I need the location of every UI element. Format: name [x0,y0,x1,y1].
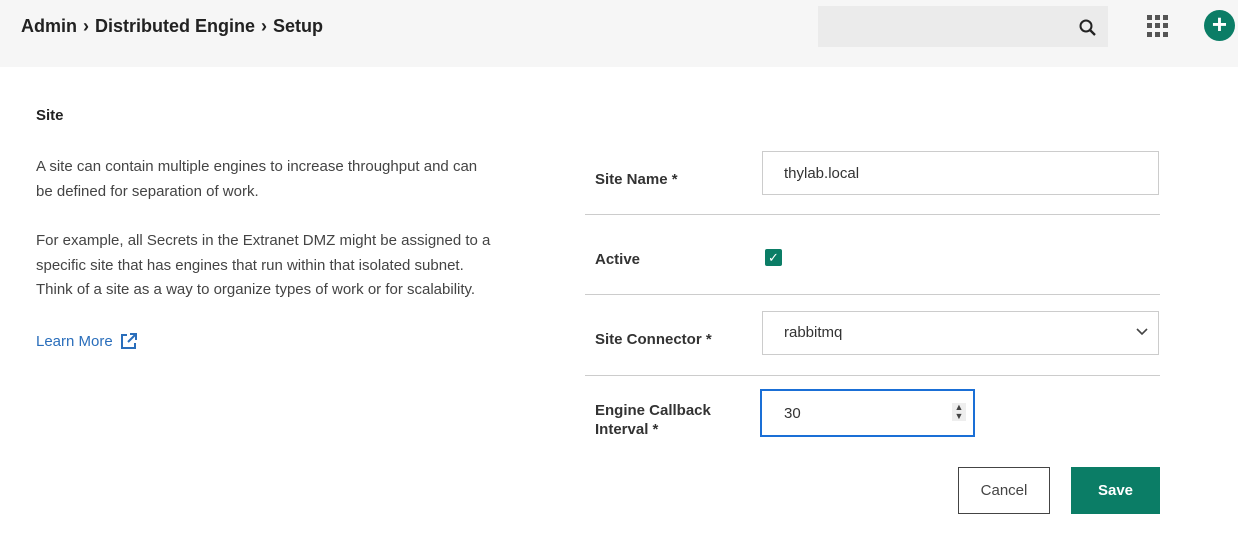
breadcrumb-separator: › [261,16,268,36]
active-label: Active [595,251,641,268]
example-paragraph: For example, all Secrets in the Extranet… [36,232,491,298]
save-button[interactable]: Save [1071,467,1160,514]
search-icon[interactable] [1078,18,1098,38]
breadcrumb: Admin › Distributed Engine › Setup [21,16,323,37]
description-paragraph: A site can contain multiple engines to i… [36,158,478,200]
active-checkbox[interactable]: ✓ [765,249,782,266]
site-name-label: Site Name * [595,171,678,188]
add-icon[interactable]: + [1204,10,1235,41]
engine-callback-interval-input[interactable] [760,389,975,437]
search-input[interactable] [818,6,1108,47]
cancel-button[interactable]: Cancel [958,467,1050,514]
breadcrumb-separator: › [83,16,89,36]
chevron-down-icon [1136,328,1148,336]
breadcrumb-setup: Setup [273,16,324,36]
breadcrumb-admin[interactable]: Admin [21,16,77,36]
engine-callback-interval-label: Engine Callback Interval * [595,402,711,438]
apps-grid-icon[interactable] [1147,15,1169,37]
divider [585,294,1160,295]
divider [585,214,1160,215]
divider [585,375,1160,376]
top-header: Admin › Distributed Engine › Setup + [0,0,1238,67]
site-connector-select[interactable]: rabbitmq [762,311,1159,355]
external-link-icon [120,333,137,349]
section-title: Site [36,107,64,124]
learn-more-link[interactable]: Learn More [36,333,137,350]
number-spinner[interactable]: ▲ ▼ [952,403,966,421]
breadcrumb-distributed-engine[interactable]: Distributed Engine [95,16,255,36]
site-name-input[interactable] [762,151,1159,195]
learn-more-label: Learn More [36,333,113,350]
site-connector-label: Site Connector * [595,331,712,348]
